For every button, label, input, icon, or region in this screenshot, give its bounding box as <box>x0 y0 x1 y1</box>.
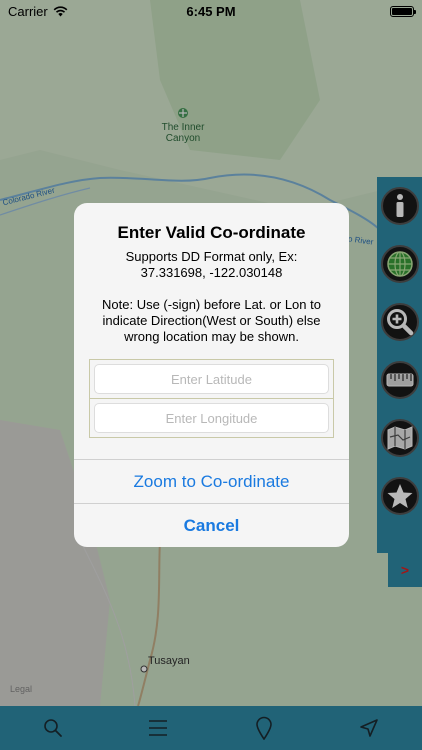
latitude-field-wrap <box>90 360 333 399</box>
cancel-button[interactable]: Cancel <box>74 503 349 547</box>
latitude-input[interactable] <box>94 364 329 394</box>
alert-message-line1: Supports DD Format only, Ex: <box>125 249 298 264</box>
coordinate-alert: Enter Valid Co-ordinate Supports DD Form… <box>74 203 349 547</box>
alert-title: Enter Valid Co-ordinate <box>117 223 306 242</box>
zoom-to-coordinate-button[interactable]: Zoom to Co-ordinate <box>74 459 349 503</box>
longitude-field-wrap <box>90 399 333 437</box>
alert-note: Note: Use (-sign) before Lat. or Lon to … <box>102 297 321 344</box>
alert-message-line2: 37.331698, -122.030148 <box>140 265 283 280</box>
coordinate-fields <box>89 359 334 438</box>
alert-message: Supports DD Format only, Ex: 37.331698, … <box>74 249 349 345</box>
longitude-input[interactable] <box>94 403 329 433</box>
